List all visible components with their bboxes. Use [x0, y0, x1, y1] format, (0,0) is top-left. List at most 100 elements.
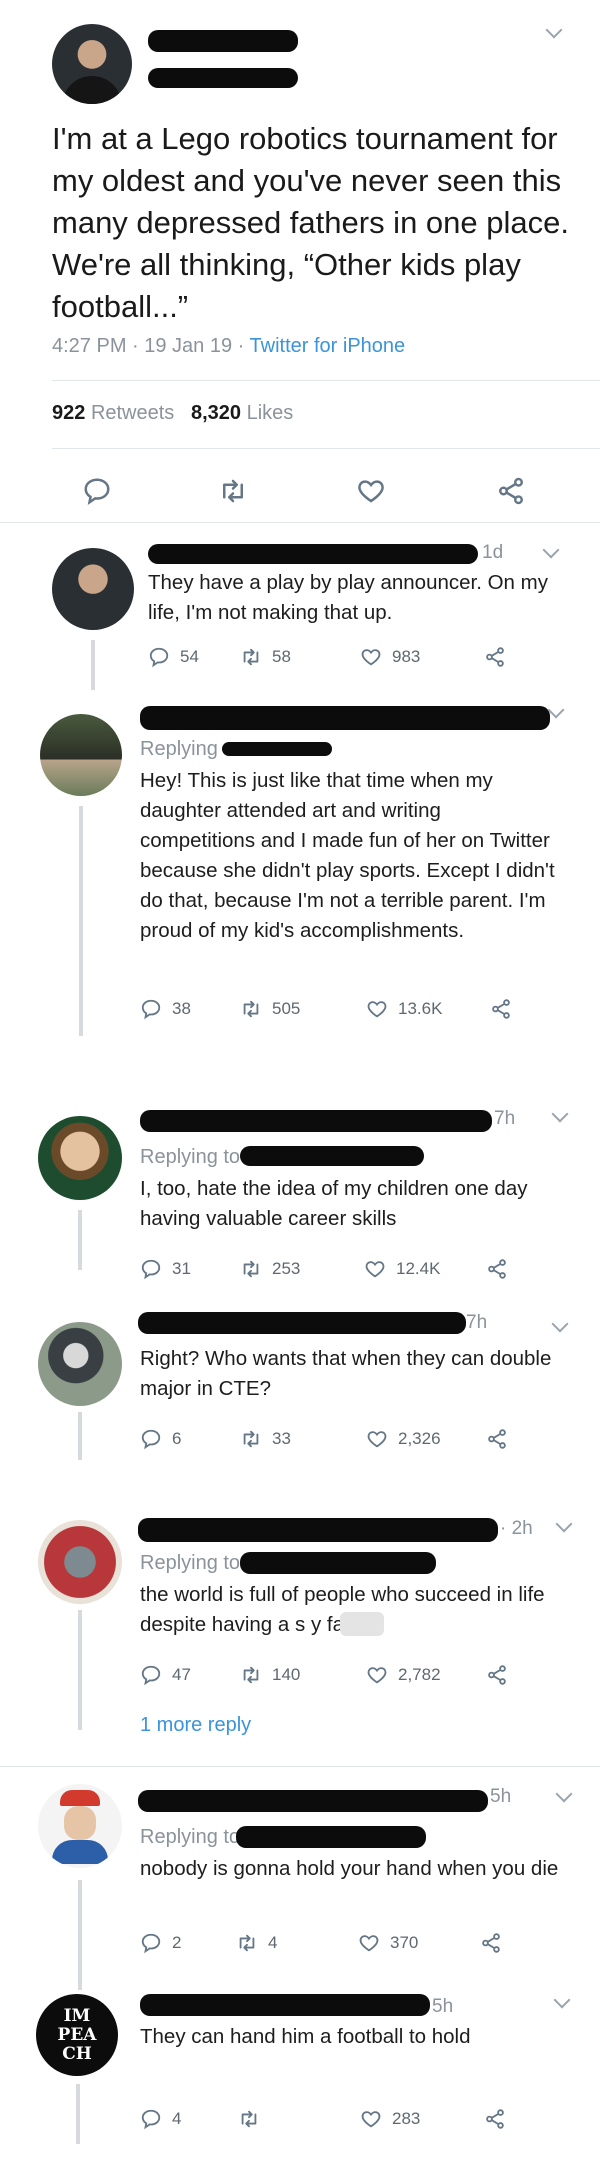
reply-menu-chevron-icon[interactable]: [551, 1105, 569, 1123]
avatar-face: [64, 1806, 96, 1840]
like-button[interactable]: 12.4K: [364, 1254, 440, 1284]
reply-menu-chevron-icon[interactable]: [555, 1515, 573, 1533]
reply-count: 31: [172, 1259, 191, 1278]
more-replies-link[interactable]: 1 more reply: [140, 1714, 251, 1737]
reply-button[interactable]: 47: [140, 1660, 191, 1690]
reply-actions: 38 505 13.6K: [140, 994, 570, 1024]
replying-to: Replying to: [140, 1146, 241, 1168]
author-name-redaction: [148, 30, 298, 52]
reply-avatar[interactable]: [52, 548, 134, 630]
like-button[interactable]: 2,782: [366, 1660, 441, 1690]
reply-button[interactable]: 2: [140, 1928, 181, 1958]
share-button[interactable]: [484, 2104, 516, 2134]
retweet-button[interactable]: 33: [240, 1424, 291, 1454]
reply-time: 1d: [482, 542, 504, 563]
retweet-icon: [238, 2108, 260, 2130]
retweet-button[interactable]: 58: [240, 642, 291, 672]
avatar-shirt: [52, 1840, 108, 1864]
retweet-icon: [240, 1428, 262, 1450]
tweet-actions: [0, 470, 600, 510]
reply-count: 54: [180, 647, 199, 666]
retweet-button[interactable]: [238, 2104, 270, 2134]
retweet-button[interactable]: 253: [240, 1254, 300, 1284]
reply-avatar[interactable]: [38, 1116, 122, 1200]
reply-time: 7h: [494, 1108, 516, 1129]
reply-menu-chevron-icon[interactable]: [551, 1315, 569, 1333]
replying-handle-redaction: [240, 1552, 436, 1574]
share-icon[interactable]: [496, 476, 526, 506]
reply-avatar[interactable]: IM PEA CH: [36, 1994, 118, 2076]
reply-button[interactable]: 38: [140, 994, 191, 1024]
reply-icon: [140, 2108, 162, 2130]
author-avatar[interactable]: [52, 24, 132, 104]
retweet-icon[interactable]: [218, 476, 248, 506]
like-button[interactable]: 283: [360, 2104, 420, 2134]
divider: [52, 380, 600, 381]
reply-text: Hey! This is just like that time when my…: [140, 769, 555, 942]
thread-line: [76, 2084, 80, 2144]
share-icon: [486, 1258, 508, 1280]
likes-label[interactable]: Likes: [247, 402, 294, 424]
share-button[interactable]: [486, 1254, 518, 1284]
divider: [0, 1766, 600, 1767]
thread-line: [79, 806, 83, 1036]
reply-name-redaction: [138, 1790, 488, 1812]
like-count: 2,782: [398, 1665, 441, 1684]
reply-avatar[interactable]: [40, 714, 122, 796]
tweet-text: I'm at a Lego robotics tournament for my…: [52, 121, 569, 324]
reply-avatar[interactable]: [38, 1520, 122, 1604]
reply-button[interactable]: 6: [140, 1424, 181, 1454]
like-icon: [366, 1428, 388, 1450]
like-count: 283: [392, 2109, 421, 2128]
reply-icon: [140, 1428, 162, 1450]
reply-button[interactable]: 4: [140, 2104, 181, 2134]
reply-menu-chevron-icon[interactable]: [547, 701, 565, 719]
replying-handle-redaction: [240, 1146, 424, 1166]
reply-avatar[interactable]: [38, 1784, 122, 1868]
tweet-time: 4:27 PM · 19 Jan 19 ·: [52, 335, 250, 357]
likes-count[interactable]: 8,320: [191, 402, 241, 424]
retweets-label[interactable]: Retweets: [91, 402, 174, 424]
like-button[interactable]: 370: [358, 1928, 418, 1958]
reply-icon[interactable]: [82, 476, 112, 506]
like-count: 12.4K: [396, 1259, 441, 1278]
like-button[interactable]: 13.6K: [366, 994, 442, 1024]
retweets-count[interactable]: 922: [52, 402, 85, 424]
share-icon: [480, 1932, 502, 1954]
like-button[interactable]: 983: [360, 642, 420, 672]
reply-menu-chevron-icon[interactable]: [542, 541, 560, 559]
replying-handle-redaction: [236, 1826, 426, 1848]
share-button[interactable]: [484, 642, 516, 672]
reply-menu-chevron-icon[interactable]: [555, 1785, 573, 1803]
reply-name-redaction: [140, 706, 550, 730]
retweet-button[interactable]: 4: [236, 1928, 277, 1958]
retweet-button[interactable]: 505: [240, 994, 300, 1024]
like-icon[interactable]: [356, 476, 386, 506]
retweet-button[interactable]: 140: [240, 1660, 300, 1690]
tweet-stats: 922 Retweets 8,320 Likes: [52, 402, 293, 425]
share-button[interactable]: [480, 1928, 512, 1958]
reply-count: 6: [172, 1429, 182, 1448]
share-button[interactable]: [486, 1424, 518, 1454]
avatar-impeach-text: IM PEA CH: [57, 2005, 97, 2064]
reply-menu-chevron-icon[interactable]: [553, 1991, 571, 2009]
retweet-count: 505: [272, 999, 301, 1018]
reply-actions: 54 58 983: [148, 642, 568, 672]
like-icon: [360, 646, 382, 668]
like-button[interactable]: 2,326: [366, 1424, 441, 1454]
reply-icon: [148, 646, 170, 668]
replying-to: Replying to: [140, 1826, 241, 1848]
author-handle-redaction: [148, 68, 298, 88]
reply-avatar[interactable]: [38, 1322, 122, 1406]
reply-name-redaction: [138, 1312, 466, 1334]
tweet-client-link[interactable]: Twitter for iPhone: [250, 335, 406, 357]
reply-actions: 6 33 2,326: [140, 1424, 570, 1454]
tweet-menu-chevron-icon[interactable]: [545, 21, 563, 39]
divider: [52, 448, 600, 449]
share-button[interactable]: [490, 994, 522, 1024]
share-button[interactable]: [486, 1660, 518, 1690]
reply-button[interactable]: 31: [140, 1254, 191, 1284]
like-count: 13.6K: [398, 999, 443, 1018]
reply-button[interactable]: 54: [148, 642, 199, 672]
retweet-count: 140: [272, 1665, 301, 1684]
